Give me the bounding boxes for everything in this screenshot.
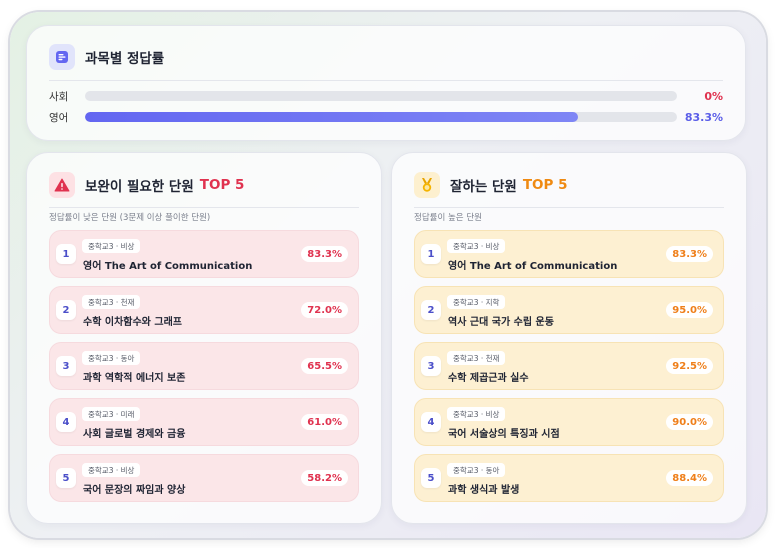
list-item: 4 중학교3 · 미래 사회 글로벌 경제와 금융 61.0% [49, 398, 359, 446]
unit-percent: 83.3% [666, 246, 713, 262]
warning-icon [49, 172, 75, 198]
unit-percent: 90.0% [666, 414, 713, 430]
unit-badge: 중학교3 · 지학 [447, 295, 506, 309]
unit-badge: 중학교3 · 미래 [82, 407, 141, 421]
unit-name: 사회 글로벌 경제와 금융 [83, 429, 186, 440]
list-item: 3 중학교3 · 천재 수학 제곱근과 실수 92.5% [414, 342, 724, 390]
unit-percent: 92.5% [666, 358, 713, 374]
strong-units-list: 1 중학교3 · 비상 영어 The Art of Communication … [414, 230, 724, 510]
strong-units-title: 잘하는 단원 [450, 179, 517, 195]
weak-units-subtitle: 정답률이 낮은 단원 (3문제 이상 풀이한 단원) [49, 213, 211, 223]
unit-name: 과학 역학적 에너지 보존 [83, 373, 186, 384]
progress-track [85, 91, 677, 101]
subject-accuracy-card: 과목별 정답률 사회 0% 영어 83.3% [26, 25, 746, 141]
strong-units-subtitle: 정답률이 높은 단원 [414, 213, 482, 223]
unit-badge: 중학교3 · 비상 [82, 239, 141, 253]
unit-name: 국어 서술상의 특징과 시점 [448, 429, 560, 440]
list-item: 2 중학교3 · 천재 수학 이차함수와 그래프 72.0% [49, 286, 359, 334]
unit-badge: 중학교3 · 동아 [82, 351, 141, 365]
subject-accuracy-header: 과목별 정답률 [49, 44, 164, 70]
progress-track [85, 112, 677, 122]
unit-percent: 88.4% [666, 470, 713, 486]
unit-name: 수학 제곱근과 실수 [448, 373, 529, 384]
unit-badge: 중학교3 · 비상 [447, 239, 506, 253]
rank-number: 1 [421, 244, 441, 264]
subject-row-english: 영어 83.3% [49, 110, 723, 124]
rank-number: 2 [56, 300, 76, 320]
unit-name: 수학 이차함수와 그래프 [83, 317, 182, 328]
chart-list-icon [49, 44, 75, 70]
subject-row-social: 사회 0% [49, 89, 723, 103]
unit-badge: 중학교3 · 비상 [82, 463, 141, 477]
subject-percent: 0% [704, 89, 723, 103]
list-item: 1 중학교3 · 비상 영어 The Art of Communication … [49, 230, 359, 278]
header-divider [49, 207, 359, 208]
progress-fill [85, 112, 579, 122]
weak-units-title: 보완이 필요한 단원 [85, 179, 194, 195]
list-item: 3 중학교3 · 동아 과학 역학적 에너지 보존 65.5% [49, 342, 359, 390]
unit-name: 국어 문장의 짜임과 양상 [83, 485, 186, 496]
rank-number: 3 [56, 356, 76, 376]
subject-label: 사회 [49, 90, 69, 103]
weak-top5-label: TOP 5 [199, 177, 245, 193]
header-divider [414, 207, 724, 208]
rank-number: 4 [56, 412, 76, 432]
weak-units-header: 보완이 필요한 단원 TOP 5 [49, 172, 244, 198]
unit-name: 과학 생식과 발생 [448, 485, 520, 496]
strong-units-header: 잘하는 단원 TOP 5 [414, 172, 568, 198]
unit-percent: 61.0% [301, 414, 348, 430]
unit-badge: 중학교3 · 천재 [82, 295, 141, 309]
strong-units-card: 잘하는 단원 TOP 5 정답률이 높은 단원 1 중학교3 · 비상 영어 T… [391, 152, 747, 524]
strong-top5-label: TOP 5 [522, 177, 568, 193]
unit-percent: 95.0% [666, 302, 713, 318]
rank-number: 2 [421, 300, 441, 320]
unit-badge: 중학교3 · 비상 [447, 407, 506, 421]
medal-icon [414, 172, 440, 198]
rank-number: 1 [56, 244, 76, 264]
list-item: 5 중학교3 · 동아 과학 생식과 발생 88.4% [414, 454, 724, 502]
weak-units-list: 1 중학교3 · 비상 영어 The Art of Communication … [49, 230, 359, 510]
list-item: 4 중학교3 · 비상 국어 서술상의 특징과 시점 90.0% [414, 398, 724, 446]
unit-badge: 중학교3 · 천재 [447, 351, 506, 365]
subject-label: 영어 [49, 111, 69, 124]
unit-name: 영어 The Art of Communication [83, 261, 253, 272]
unit-percent: 58.2% [301, 470, 348, 486]
rank-number: 4 [421, 412, 441, 432]
subject-percent: 83.3% [684, 110, 723, 124]
unit-name: 역사 근대 국가 수립 운동 [448, 317, 554, 328]
weak-units-card: 보완이 필요한 단원 TOP 5 정답률이 낮은 단원 (3문제 이상 풀이한 … [26, 152, 382, 524]
unit-percent: 65.5% [301, 358, 348, 374]
subject-accuracy-title: 과목별 정답률 [85, 51, 165, 67]
list-item: 2 중학교3 · 지학 역사 근대 국가 수립 운동 95.0% [414, 286, 724, 334]
unit-percent: 72.0% [301, 302, 348, 318]
unit-badge: 중학교3 · 동아 [447, 463, 506, 477]
rank-number: 3 [421, 356, 441, 376]
list-item: 5 중학교3 · 비상 국어 문장의 짜임과 양상 58.2% [49, 454, 359, 502]
rank-number: 5 [421, 468, 441, 488]
unit-name: 영어 The Art of Communication [448, 261, 618, 272]
list-item: 1 중학교3 · 비상 영어 The Art of Communication … [414, 230, 724, 278]
header-divider [49, 80, 723, 81]
rank-number: 5 [56, 468, 76, 488]
unit-percent: 83.3% [301, 246, 348, 262]
